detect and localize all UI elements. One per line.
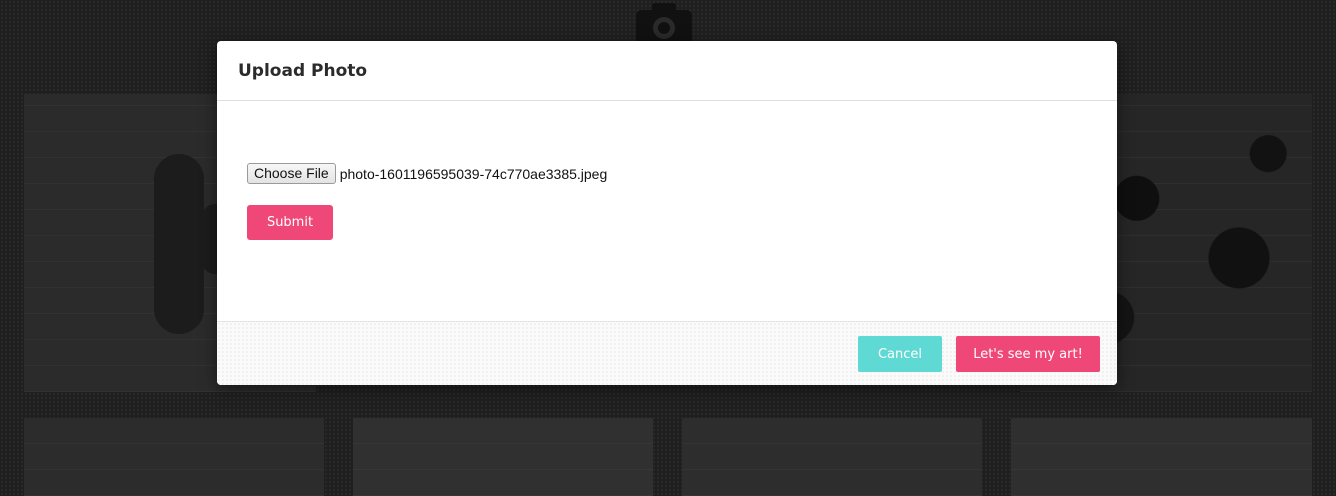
modal-title: Upload Photo: [238, 60, 368, 81]
gallery-image[interactable]: [353, 418, 653, 496]
camera-icon: [636, 3, 692, 44]
gallery-image[interactable]: [1011, 418, 1312, 496]
modal-footer: Cancel Let's see my art!: [217, 321, 1117, 385]
submit-button[interactable]: Submit: [247, 205, 333, 240]
see-my-art-button[interactable]: Let's see my art!: [956, 336, 1100, 372]
gallery-image[interactable]: [24, 418, 324, 496]
choose-file-button[interactable]: Choose File: [247, 163, 336, 184]
upload-photo-modal: Upload Photo Choose File photo-160119659…: [217, 41, 1117, 385]
modal-body: Choose File photo-1601196595039-74c770ae…: [217, 101, 1117, 321]
file-input[interactable]: Choose File photo-1601196595039-74c770ae…: [247, 163, 607, 184]
selected-file-name: photo-1601196595039-74c770ae3385.jpeg: [339, 165, 608, 182]
modal-header: Upload Photo: [217, 41, 1117, 101]
cancel-button[interactable]: Cancel: [858, 336, 942, 372]
gallery-image[interactable]: [682, 418, 982, 496]
